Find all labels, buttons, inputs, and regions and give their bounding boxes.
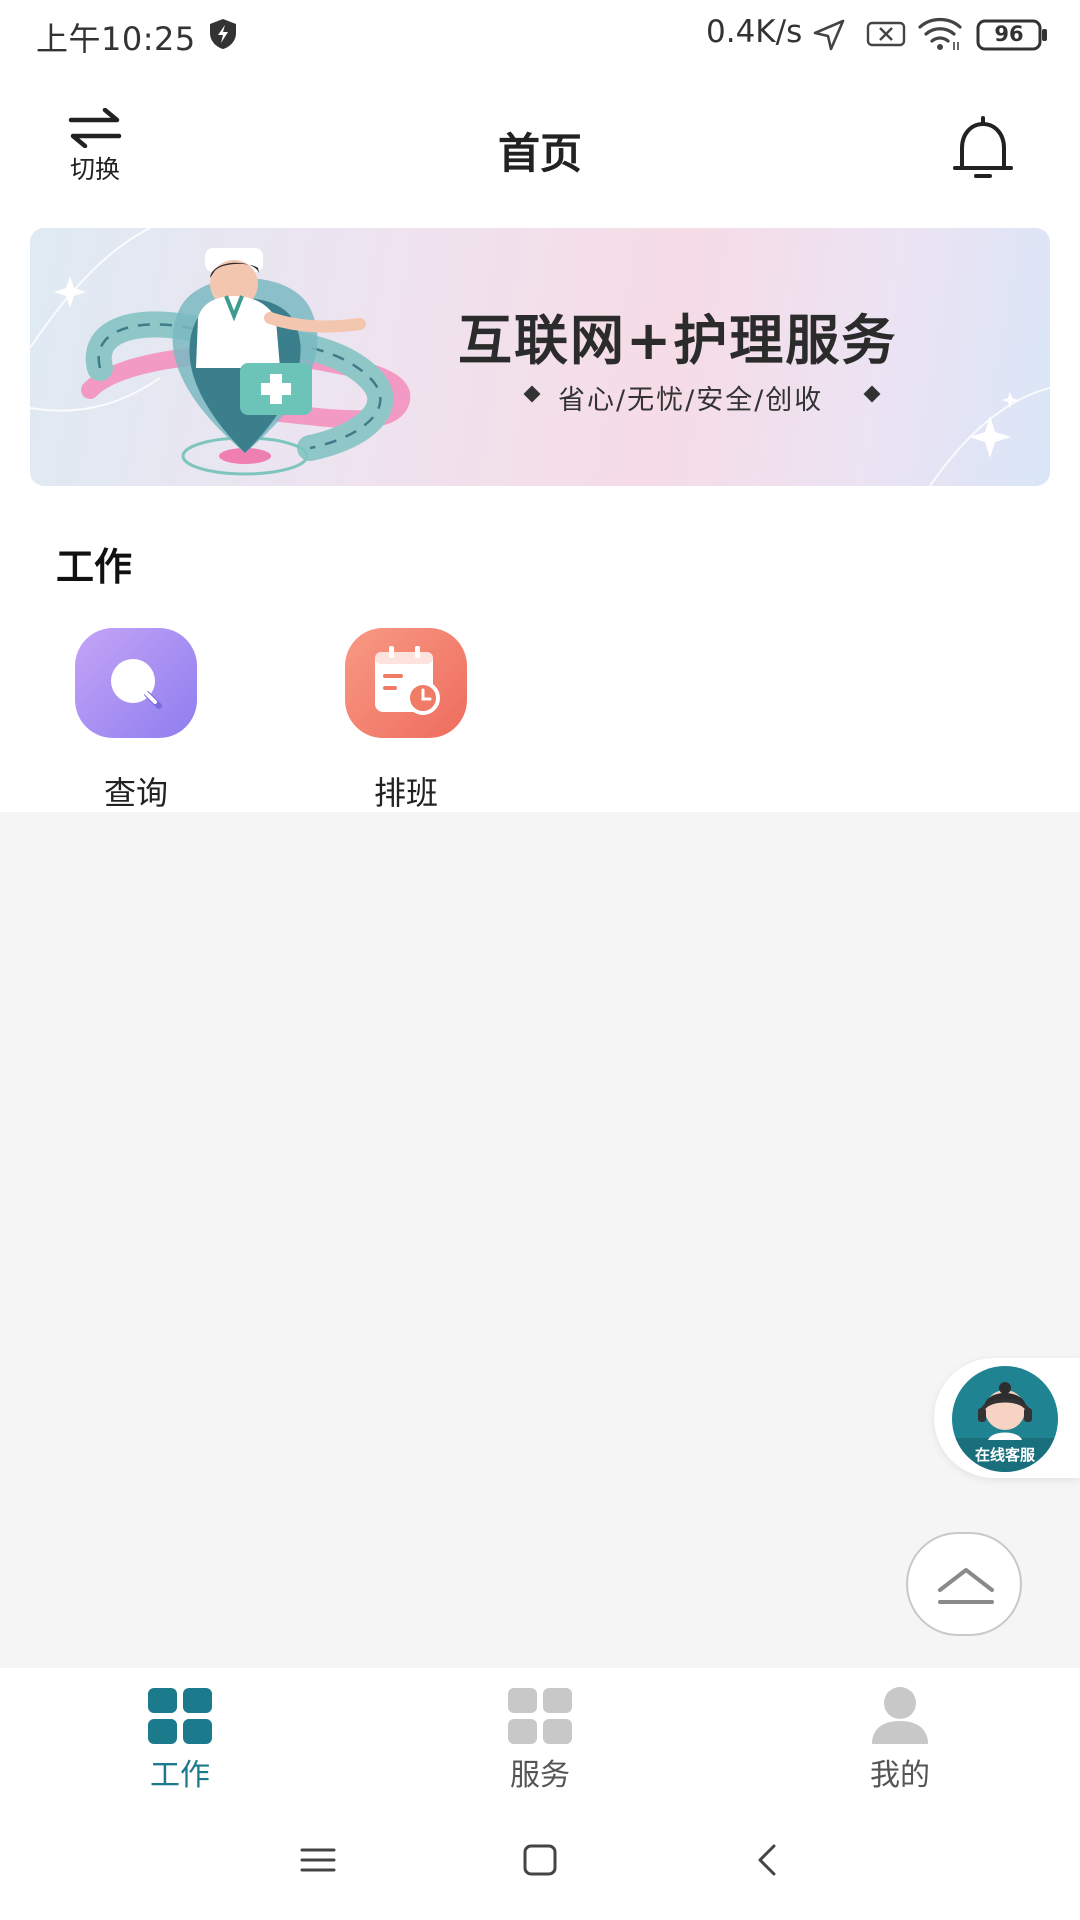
banner-subtitle: 省心/无忧/安全/创收 — [558, 385, 824, 416]
service-label: 在线客服 — [974, 1446, 1035, 1464]
work-item-label: 排班 — [373, 774, 438, 812]
nav-item-service[interactable]: 服务 — [470, 1686, 610, 1794]
battery-level: 96 — [994, 22, 1024, 46]
banner-section: 互联网+护理服务 省心/无忧/安全/创收 — [0, 228, 1080, 492]
bell-icon[interactable] — [950, 114, 1016, 184]
system-nav-bar — [0, 1798, 1080, 1920]
work-item-schedule[interactable]: 排班 — [336, 628, 476, 814]
page-title: 首页 — [497, 129, 582, 178]
no-sim-icon — [866, 21, 906, 47]
schedule-icon-tile — [345, 628, 467, 738]
grid-icon — [508, 1688, 572, 1744]
shield-icon — [210, 19, 236, 49]
menu-icon[interactable] — [288, 1838, 348, 1882]
online-service-button[interactable]: 在线客服 — [934, 1358, 1080, 1478]
section-title: 工作 — [56, 545, 133, 589]
chevron-up-icon — [938, 1568, 994, 1604]
service-avatar: 在线客服 — [952, 1366, 1058, 1472]
wifi-icon — [918, 17, 962, 50]
nav-item-work[interactable]: 工作 — [110, 1686, 250, 1794]
top-header: 切换 首页 — [0, 68, 1080, 228]
status-bar: 上午10:25 0.4K/s 96 — [0, 0, 1080, 68]
back-icon[interactable] — [738, 1838, 798, 1882]
user-icon — [872, 1687, 928, 1744]
nav-label: 工作 — [150, 1758, 210, 1793]
query-icon-tile — [75, 628, 197, 738]
back-to-top-button[interactable] — [906, 1532, 1022, 1636]
nav-label: 服务 — [510, 1758, 570, 1793]
grid-icon — [148, 1688, 212, 1744]
network-speed: 0.4K/s — [706, 14, 803, 50]
location-arrow-icon — [813, 19, 845, 51]
nav-label: 我的 — [870, 1758, 930, 1793]
work-section: 工作 查询 排班 — [0, 492, 1080, 812]
banner-title: 互联网+护理服务 — [458, 309, 898, 372]
home-square-icon[interactable] — [510, 1838, 570, 1882]
bottom-nav: 工作 服务 我的 — [0, 1668, 1080, 1798]
app-screen: 上午10:25 0.4K/s 96 切换 首页 互联网+护理服务 省心/无忧/安… — [0, 0, 1080, 1920]
search-icon — [111, 659, 162, 709]
calendar-clock-icon — [375, 646, 440, 715]
work-item-label: 查询 — [103, 774, 168, 812]
work-item-query[interactable]: 查询 — [66, 628, 206, 814]
status-time: 上午10:25 — [36, 20, 196, 58]
nav-item-mine[interactable]: 我的 — [830, 1686, 970, 1794]
promo-banner[interactable]: 互联网+护理服务 省心/无忧/安全/创收 — [30, 228, 1050, 486]
